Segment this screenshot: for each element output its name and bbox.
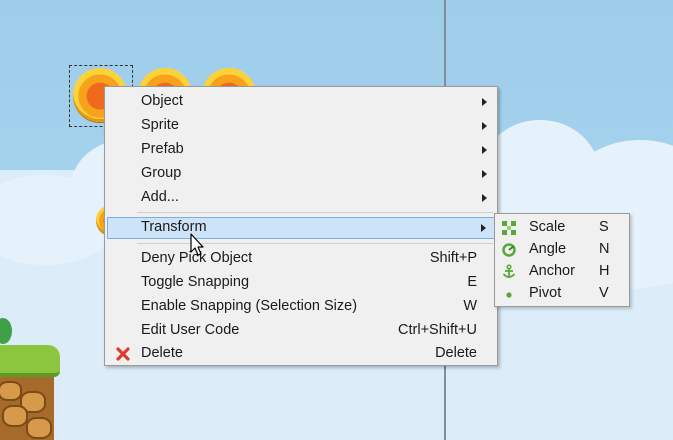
menu-item-label: Sprite bbox=[141, 117, 179, 133]
menu-item-label: Add... bbox=[141, 189, 179, 205]
menu-item-label: Prefab bbox=[141, 141, 184, 157]
submenu-arrow-icon bbox=[482, 170, 487, 178]
submenu-item-label: Pivot bbox=[529, 285, 562, 301]
menu-item-shortcut: Delete bbox=[435, 345, 477, 361]
submenu-item-shortcut: V bbox=[599, 285, 609, 301]
menu-item-sprite[interactable]: Sprite bbox=[107, 115, 495, 137]
island-grass bbox=[0, 345, 60, 377]
submenu-item-anchor[interactable]: Anchor H bbox=[497, 261, 627, 283]
submenu-item-angle[interactable]: Angle N bbox=[497, 239, 627, 261]
scale-icon bbox=[502, 221, 516, 235]
transform-submenu: Scale S Angle N Anchor H Pivot V bbox=[494, 213, 630, 307]
submenu-item-scale[interactable]: Scale S bbox=[497, 217, 627, 239]
menu-item-shortcut: E bbox=[467, 274, 477, 290]
menu-item-shortcut: W bbox=[463, 298, 477, 314]
angle-icon bbox=[502, 243, 516, 257]
anchor-icon bbox=[502, 264, 516, 278]
floating-island-sprite[interactable] bbox=[0, 345, 60, 440]
menu-item-label: Delete bbox=[141, 345, 183, 361]
submenu-arrow-icon bbox=[482, 122, 487, 130]
menu-item-delete[interactable]: Delete Delete bbox=[107, 343, 495, 365]
delete-x-icon bbox=[116, 347, 130, 361]
island-rock bbox=[0, 381, 22, 401]
menu-item-label: Toggle Snapping bbox=[141, 274, 250, 290]
mouse-pointer-icon bbox=[190, 233, 204, 256]
island-rock bbox=[2, 405, 28, 427]
submenu-arrow-icon bbox=[482, 98, 487, 106]
submenu-item-shortcut: H bbox=[599, 263, 610, 279]
menu-item-label: Object bbox=[141, 93, 183, 109]
menu-item-edit-user-code[interactable]: Edit User Code Ctrl+Shift+U bbox=[107, 320, 495, 342]
menu-item-deny-pick-object[interactable]: Deny Pick Object Shift+P bbox=[107, 248, 495, 270]
submenu-item-shortcut: S bbox=[599, 219, 609, 235]
submenu-item-pivot[interactable]: Pivot V bbox=[497, 283, 627, 305]
menu-item-group[interactable]: Group bbox=[107, 163, 495, 185]
menu-item-transform[interactable]: Transform bbox=[107, 217, 495, 239]
menu-item-label: Group bbox=[141, 165, 182, 181]
menu-item-label: Enable Snapping (Selection Size) bbox=[141, 298, 358, 314]
context-menu: Object Sprite Prefab Group Add... Transf… bbox=[104, 86, 498, 366]
menu-item-object[interactable]: Object bbox=[107, 91, 495, 113]
menu-item-add[interactable]: Add... bbox=[107, 187, 495, 209]
submenu-item-label: Angle bbox=[529, 241, 567, 257]
submenu-arrow-icon bbox=[482, 146, 487, 154]
pivot-icon bbox=[506, 292, 512, 298]
submenu-arrow-icon bbox=[482, 194, 487, 202]
island-rock bbox=[26, 417, 52, 439]
menu-item-prefab[interactable]: Prefab bbox=[107, 139, 495, 161]
menu-item-label: Edit User Code bbox=[141, 322, 240, 338]
submenu-item-shortcut: N bbox=[599, 241, 610, 257]
menu-item-enable-snapping[interactable]: Enable Snapping (Selection Size) W bbox=[107, 296, 495, 318]
menu-separator bbox=[137, 212, 493, 213]
submenu-item-label: Scale bbox=[529, 219, 566, 235]
submenu-item-label: Anchor bbox=[529, 263, 575, 279]
submenu-arrow-icon bbox=[481, 224, 486, 232]
menu-item-shortcut: Ctrl+Shift+U bbox=[398, 322, 477, 338]
menu-item-toggle-snapping[interactable]: Toggle Snapping E bbox=[107, 272, 495, 294]
menu-item-shortcut: Shift+P bbox=[429, 250, 477, 266]
